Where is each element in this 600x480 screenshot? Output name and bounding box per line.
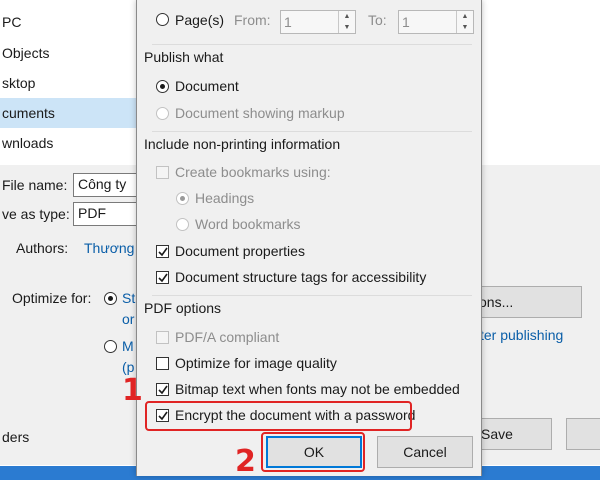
bitmap-text-label: Bitmap text when fonts may not be embedd… bbox=[175, 381, 460, 397]
hide-folders-label[interactable]: ders bbox=[2, 429, 29, 445]
pdf-options-title: PDF options bbox=[144, 300, 222, 316]
document-option-label: Document bbox=[175, 78, 239, 94]
word-bookmarks-radio bbox=[176, 218, 189, 231]
structure-tags-checkbox[interactable] bbox=[156, 271, 169, 284]
from-label: From: bbox=[234, 12, 271, 28]
spinner-up-icon[interactable]: ▲ bbox=[457, 11, 473, 22]
to-label: To: bbox=[368, 12, 387, 28]
from-spinner-arrows[interactable]: ▲ ▼ bbox=[338, 11, 355, 33]
pages-radio[interactable] bbox=[156, 13, 169, 26]
options-button[interactable]: ons... bbox=[466, 286, 582, 318]
optimize-standard-radio[interactable] bbox=[104, 292, 117, 305]
document-markup-radio bbox=[156, 107, 169, 120]
cancel-button[interactable]: Cancel bbox=[377, 436, 473, 468]
nav-item-documents[interactable]: cuments bbox=[2, 105, 55, 121]
nav-item-desktop[interactable]: sktop bbox=[2, 75, 35, 91]
optimize-minimum-radio[interactable] bbox=[104, 340, 117, 353]
ok-highlight-box bbox=[261, 432, 365, 472]
save-as-type-label: ve as type: bbox=[2, 206, 70, 222]
step-1-number: 1 bbox=[122, 373, 143, 408]
step-2-number: 2 bbox=[235, 444, 256, 479]
from-value: 1 bbox=[284, 14, 292, 30]
radio-dot-icon bbox=[160, 84, 165, 89]
document-radio[interactable] bbox=[156, 80, 169, 93]
encrypt-highlight-box bbox=[145, 401, 412, 431]
nav-item-downloads[interactable]: wnloads bbox=[2, 135, 53, 151]
radio-dot-icon bbox=[180, 196, 185, 201]
pdfa-checkbox bbox=[156, 331, 169, 344]
separator bbox=[152, 131, 472, 132]
nav-item-pc[interactable]: PC bbox=[2, 14, 21, 30]
spinner-down-icon[interactable]: ▼ bbox=[339, 22, 355, 33]
headings-label: Headings bbox=[195, 190, 255, 206]
optimize-image-checkbox[interactable] bbox=[156, 357, 169, 370]
separator bbox=[152, 44, 472, 45]
authors-label: Authors: bbox=[16, 240, 69, 256]
spinner-down-icon[interactable]: ▼ bbox=[457, 22, 473, 33]
publish-what-title: Publish what bbox=[144, 49, 224, 65]
create-bookmarks-label: Create bookmarks using: bbox=[175, 164, 331, 180]
cancel-button-background[interactable] bbox=[566, 418, 600, 450]
to-value: 1 bbox=[402, 14, 410, 30]
document-markup-label: Document showing markup bbox=[175, 105, 345, 121]
nonprinting-title: Include non-printing information bbox=[144, 136, 341, 152]
after-publishing-link[interactable]: ter publishing bbox=[480, 327, 563, 343]
to-spinner-arrows[interactable]: ▲ ▼ bbox=[456, 11, 473, 33]
nav-item-3d-objects[interactable]: Objects bbox=[2, 45, 49, 61]
word-bookmarks-label: Word bookmarks bbox=[195, 216, 301, 232]
optimize-standard-label: St bbox=[122, 290, 136, 306]
checkmark-icon bbox=[158, 247, 168, 257]
bitmap-text-checkbox[interactable] bbox=[156, 383, 169, 396]
checkmark-icon bbox=[158, 385, 168, 395]
optimize-image-label: Optimize for image quality bbox=[175, 355, 337, 371]
to-spinner[interactable]: 1 ▲ ▼ bbox=[398, 10, 474, 34]
file-name-input[interactable]: Công ty bbox=[73, 173, 143, 197]
pdfa-label: PDF/A compliant bbox=[175, 329, 280, 345]
save-as-type-select[interactable]: PDF bbox=[73, 202, 143, 226]
from-spinner[interactable]: 1 ▲ ▼ bbox=[280, 10, 356, 34]
optimize-standard-label-line2: or bbox=[122, 311, 135, 327]
pages-label: Page(s) bbox=[175, 12, 225, 28]
checkmark-icon bbox=[158, 273, 168, 283]
document-properties-checkbox[interactable] bbox=[156, 245, 169, 258]
navigation-pane: PC Objects sktop cuments wnloads bbox=[0, 0, 138, 165]
structure-tags-label: Document structure tags for accessibilit… bbox=[175, 269, 427, 285]
file-name-label: File name: bbox=[2, 177, 68, 193]
authors-value[interactable]: Thương bbox=[84, 240, 134, 256]
optimize-for-label: Optimize for: bbox=[12, 290, 92, 306]
separator bbox=[152, 295, 472, 296]
headings-radio bbox=[176, 192, 189, 205]
optimize-minimum-label: M bbox=[122, 338, 134, 354]
create-bookmarks-checkbox bbox=[156, 166, 169, 179]
document-properties-label: Document properties bbox=[175, 243, 305, 259]
spinner-up-icon[interactable]: ▲ bbox=[339, 11, 355, 22]
